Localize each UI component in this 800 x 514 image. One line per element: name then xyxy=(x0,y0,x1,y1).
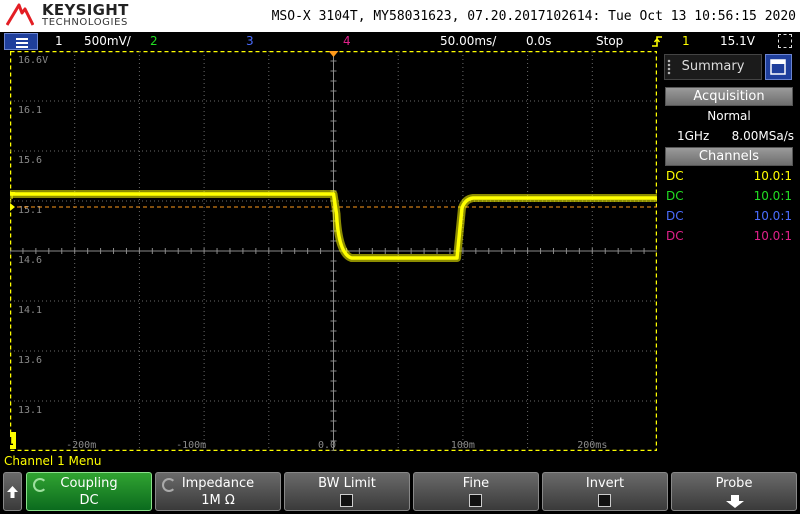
x-axis-label: 200ms xyxy=(577,440,607,451)
header-bar: KEYSIGHT TECHNOLOGIES MSO-X 3104T, MY580… xyxy=(0,0,800,32)
impedance-value: 1M Ω xyxy=(201,493,235,508)
channel-2-coupling: DC xyxy=(666,189,684,203)
ch3-number[interactable]: 3 xyxy=(246,34,254,48)
ch1-ground-label: 1 xyxy=(10,435,14,448)
trigger-channel[interactable]: 1 xyxy=(682,34,690,48)
y-axis-label: 15.6 xyxy=(18,155,42,166)
bw-limit-label: BW Limit xyxy=(318,476,376,491)
status-bar: 1 500mV/ 2 3 4 50.00ms/ 0.0s Stop 1 15.1… xyxy=(0,32,800,51)
fine-softkey[interactable]: Fine xyxy=(413,472,539,511)
waveform-graticule[interactable]: 16.6V 16.1 15.6 15.1 14.6 14.1 13.6 13.1 -200m -1… xyxy=(10,51,657,451)
up-arrow-icon xyxy=(7,486,18,498)
channel-1-probe: 10.0:1 xyxy=(753,169,792,183)
acquisition-mode: Normal xyxy=(707,109,751,123)
x-axis-label: -200m xyxy=(66,440,96,451)
coupling-value: DC xyxy=(79,493,99,508)
channel-4-probe: 10.0:1 xyxy=(753,229,792,243)
ch4-number[interactable]: 4 xyxy=(343,34,351,48)
softkey-bar: Coupling DC Impedance 1M Ω BW Limit Fine… xyxy=(0,472,800,512)
trigger-level[interactable]: 15.1V xyxy=(720,34,755,48)
channel-1-coupling: DC xyxy=(666,169,684,183)
trigger-edge-icon xyxy=(652,36,662,47)
summary-panel: Summary Acquisition Normal 1GHz 8.00MSa/… xyxy=(660,51,800,451)
bandwidth: 1GHz xyxy=(677,129,710,143)
invert-softkey[interactable]: Invert xyxy=(542,472,668,511)
fullscreen-icon[interactable] xyxy=(778,34,792,48)
channel-2-probe: 10.0:1 xyxy=(753,189,792,203)
trigger-time-marker xyxy=(328,51,339,57)
y-axis-label: 16.6V xyxy=(18,55,48,66)
impedance-softkey[interactable]: Impedance 1M Ω xyxy=(155,472,281,511)
x-axis-label: 100m xyxy=(451,440,475,451)
drag-handle-icon xyxy=(667,59,671,75)
y-axis-label: 13.6 xyxy=(18,355,42,366)
acquisition-header: Acquisition xyxy=(665,87,793,106)
channel-4-coupling: DC xyxy=(666,229,684,243)
x-axis-label: -100m xyxy=(176,440,206,451)
main-menu-button[interactable] xyxy=(4,33,38,50)
menu-title: Channel 1 Menu xyxy=(4,454,102,468)
timebase-scale[interactable]: 50.00ms/ xyxy=(440,34,496,48)
probe-softkey[interactable]: Probe xyxy=(671,472,797,511)
probe-label: Probe xyxy=(715,476,753,491)
y-axis-label: 14.6 xyxy=(18,255,42,266)
ch1-scale[interactable]: 500mV/ xyxy=(84,34,131,48)
sample-rate: 8.00MSa/s xyxy=(731,129,794,143)
invert-checkbox[interactable] xyxy=(598,494,611,507)
bw-limit-softkey[interactable]: BW Limit xyxy=(284,472,410,511)
x-axis-label: 0.0 xyxy=(318,440,336,451)
invert-label: Invert xyxy=(585,476,625,491)
channel-3-coupling: DC xyxy=(666,209,684,223)
bw-limit-checkbox[interactable] xyxy=(340,494,353,507)
coupling-softkey[interactable]: Coupling DC xyxy=(26,472,152,511)
trigger-level-marker xyxy=(10,203,15,211)
impedance-label: Impedance xyxy=(181,476,255,491)
summary-tab[interactable]: Summary xyxy=(664,54,762,80)
ch1-number[interactable]: 1 xyxy=(55,34,63,48)
channels-header: Channels xyxy=(665,147,793,166)
y-axis-label: 14.1 xyxy=(18,305,42,316)
ch2-number[interactable]: 2 xyxy=(150,34,158,48)
fine-label: Fine xyxy=(462,476,490,491)
channel-3-probe: 10.0:1 xyxy=(753,209,792,223)
run-state[interactable]: Stop xyxy=(596,34,623,48)
y-axis-label: 13.1 xyxy=(18,405,42,416)
keysight-logo-icon xyxy=(6,3,34,26)
timebase-delay[interactable]: 0.0s xyxy=(526,34,551,48)
summary-tab-label: Summary xyxy=(681,59,745,74)
fine-checkbox[interactable] xyxy=(469,494,482,507)
window-icon xyxy=(770,59,786,75)
graticule-grid: 16.6V16.115.615.114.614.113.613.1-200m -1… xyxy=(10,51,657,451)
brand-subtitle: TECHNOLOGIES xyxy=(42,17,128,28)
panel-menu-button[interactable] xyxy=(765,54,792,80)
instrument-info: MSO-X 3104T, MY58031623, 07.20.201710261… xyxy=(271,9,796,24)
y-axis-label: 16.1 xyxy=(18,105,42,116)
back-button[interactable] xyxy=(3,472,22,511)
coupling-label: Coupling xyxy=(60,476,118,491)
submenu-arrow-icon xyxy=(726,495,744,508)
